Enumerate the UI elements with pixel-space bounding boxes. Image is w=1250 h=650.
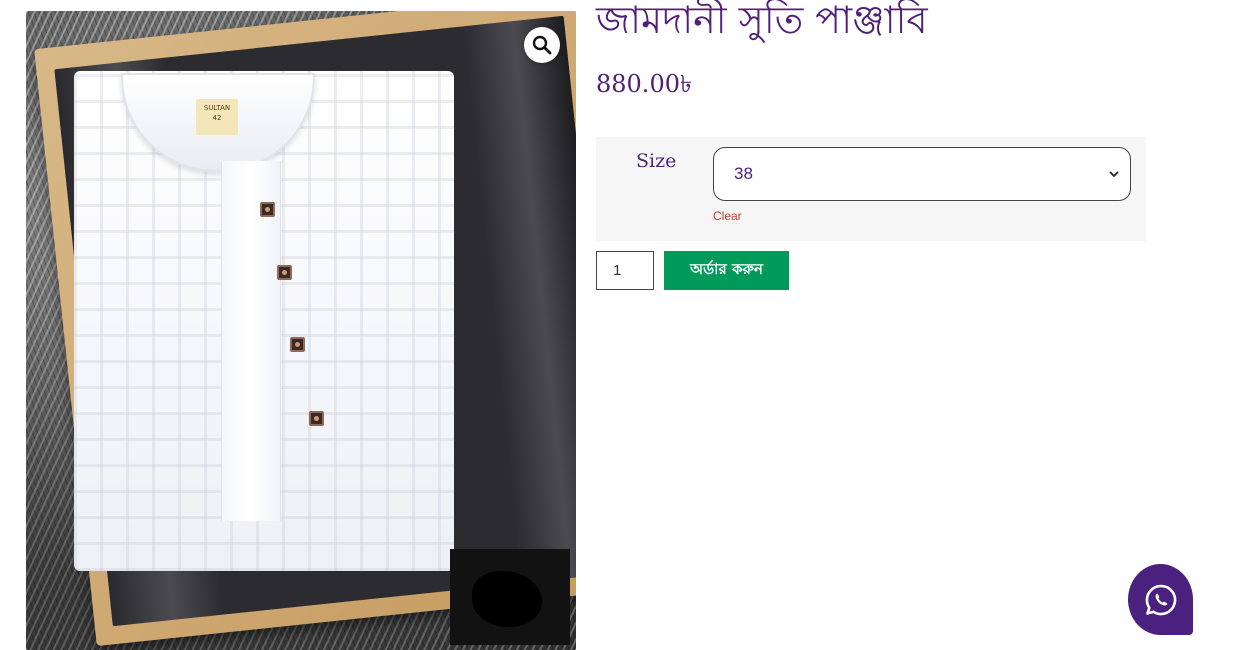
product-price: 880.00৳ — [596, 70, 692, 98]
shirt-button — [290, 337, 305, 352]
product-image[interactable]: SULTAN 42 — [26, 11, 576, 650]
redacted-blob — [472, 571, 542, 627]
product-page: SULTAN 42 জামদানী সুতি পাঞ্জাবি 880.00৳ … — [0, 0, 1250, 650]
chevron-down-icon — [1109, 171, 1119, 178]
variations-panel: Size 38 Clear — [596, 137, 1146, 241]
whatsapp-button[interactable] — [1128, 564, 1193, 635]
shirt-button — [260, 202, 275, 217]
redacted-patch — [450, 549, 570, 645]
quantity-input[interactable] — [596, 251, 654, 290]
whatsapp-icon — [1145, 584, 1176, 615]
label-tag-size: 42 — [212, 114, 222, 122]
shirt-button — [309, 411, 324, 426]
size-label: Size — [636, 150, 677, 172]
size-select-value: 38 — [734, 164, 753, 183]
zoom-button[interactable] — [524, 27, 560, 63]
label-tag-brand: SULTAN — [203, 104, 231, 112]
clear-link[interactable]: Clear — [713, 209, 742, 223]
shirt-button — [277, 265, 292, 280]
shirt-label-tag: SULTAN 42 — [196, 99, 238, 135]
size-select[interactable]: 38 — [713, 147, 1131, 201]
product-title: জামদানী সুতি পাঞ্জাবি — [596, 0, 928, 42]
order-button[interactable]: অর্ডার করুন — [664, 251, 789, 290]
magnifier-icon — [532, 35, 552, 55]
